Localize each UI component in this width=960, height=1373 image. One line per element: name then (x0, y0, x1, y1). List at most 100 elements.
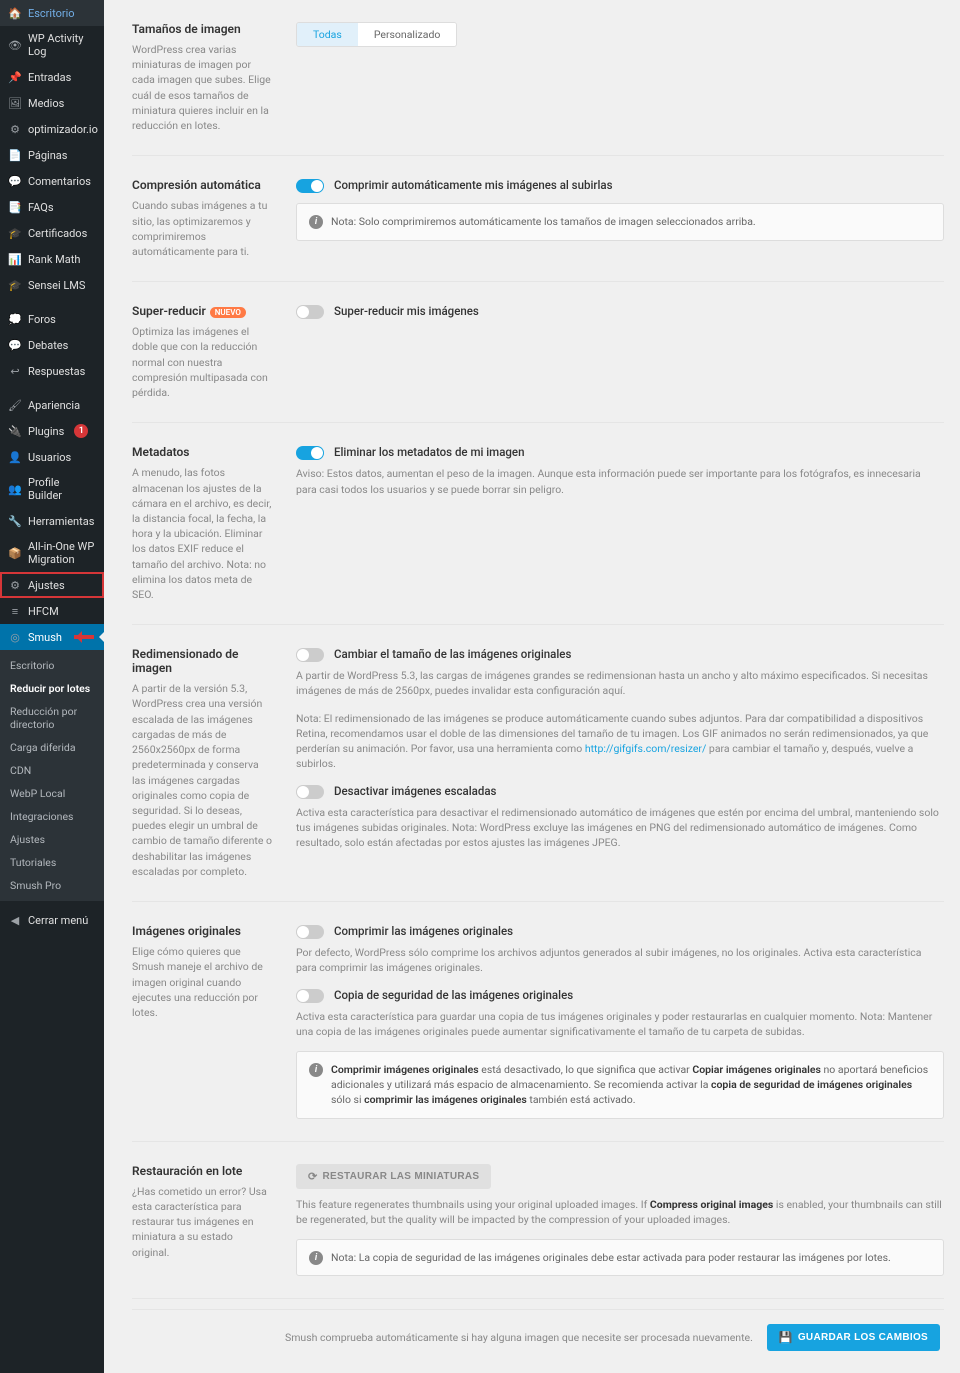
settings-icon: ⚙ (8, 578, 22, 592)
gifgifs-link[interactable]: http://gifgifs.com/resizer/ (585, 742, 706, 755)
profile-icon: 👥 (8, 482, 22, 496)
sidebar-label: Respuestas (28, 365, 85, 378)
metadata-label: Eliminar los metadatos de mi imagen (334, 445, 524, 459)
section-image-sizes: Tamaños de imagen WordPress crea varias … (132, 0, 944, 156)
image-sizes-tabs: Todas Personalizado (296, 22, 457, 47)
sidebar-item-apariencia[interactable]: 🖌Apariencia (0, 392, 104, 418)
sidebar-label: Ajustes (28, 579, 65, 592)
sidebar-item-medios[interactable]: 🖼Medios (0, 90, 104, 116)
backup-originals-desc: Activa esta característica para guardar … (296, 1009, 944, 1039)
forum-icon: 💭 (8, 312, 22, 326)
compress-originals-toggle[interactable] (296, 925, 324, 939)
submenu-reducci-n-por-directorio[interactable]: Reducción por directorio (0, 700, 104, 736)
auto-compress-toggle[interactable] (296, 179, 324, 193)
section-restore: Restauración en lote ¿Has cometido un er… (132, 1142, 944, 1300)
submenu-cdn[interactable]: CDN (0, 759, 104, 782)
resize-toggle[interactable] (296, 648, 324, 662)
new-badge: NUEVO (210, 307, 246, 318)
sidebar-label: optimizador.io (28, 123, 98, 136)
restore-info: This feature regenerates thumbnails usin… (296, 1197, 944, 1227)
sidebar-item-sensei-lms[interactable]: 🎓Sensei LMS (0, 272, 104, 298)
hfcm-icon: ≡ (8, 604, 22, 618)
sidebar-item-ajustes[interactable]: ⚙ Ajustes (0, 572, 104, 598)
sidebar-item-all-in-one-wp-migration[interactable]: 📦All-in-One WP Migration (0, 534, 104, 572)
submenu-tutoriales[interactable]: Tutoriales (0, 851, 104, 874)
disable-scaled-toggle[interactable] (296, 785, 324, 799)
sidebar-item-rank-math[interactable]: 📊Rank Math (0, 246, 104, 272)
save-button[interactable]: 💾 GUARDAR LOS CAMBIOS (767, 1324, 940, 1351)
sensei-icon: 🎓 (8, 278, 22, 292)
originals-title: Imágenes originales (132, 924, 272, 938)
auto-compress-label: Comprimir automáticamente mis imágenes a… (334, 178, 613, 192)
info-icon: i (309, 1251, 323, 1265)
restore-notice: i Nota: La copia de seguridad de las imá… (296, 1239, 944, 1276)
sidebar-item-profile-builder[interactable]: 👥Profile Builder (0, 470, 104, 508)
restore-button[interactable]: ⟳ RESTAURAR LAS MINIATURAS (296, 1164, 491, 1189)
smush-icon: ◎ (8, 630, 22, 644)
media-icon: 🖼 (8, 96, 22, 110)
users-icon: 👤 (8, 450, 22, 464)
submenu-webp-local[interactable]: WebP Local (0, 782, 104, 805)
sidebar-label: Debates (28, 339, 68, 352)
super-smush-label: Super-reducir mis imágenes (334, 304, 479, 318)
sidebar-item-wp-activity-log[interactable]: 👁WP Activity Log (0, 26, 104, 64)
footer-bar: Smush comprueba automáticamente si hay a… (132, 1309, 944, 1357)
info-icon: i (309, 1063, 323, 1077)
auto-compress-title: Compresión automática (132, 178, 272, 192)
desktop-icon: 🏠 (8, 6, 22, 20)
sidebar-label: Foros (28, 313, 56, 326)
super-smush-desc: Optimiza las imágenes el doble que con l… (132, 324, 272, 400)
metadata-toggle-desc: Aviso: Estos datos, aumentan el peso de … (296, 466, 944, 496)
sidebar-item-plugins[interactable]: 🔌Plugins1 (0, 418, 104, 444)
image-sizes-title: Tamaños de imagen (132, 22, 272, 36)
super-smush-title: Super-reducirNUEVO (132, 304, 272, 318)
submenu-escritorio[interactable]: Escritorio (0, 654, 104, 677)
save-icon: 💾 (779, 1331, 793, 1344)
sidebar-item-herramientas[interactable]: 🔧Herramientas (0, 508, 104, 534)
image-sizes-desc: WordPress crea varias miniaturas de imag… (132, 42, 272, 133)
disable-scaled-desc: Activa esta característica para desactiv… (296, 805, 944, 851)
section-metadata: Metadatos A menudo, las fotos almacenan … (132, 423, 944, 625)
cert-icon: 🎓 (8, 226, 22, 240)
sidebar-item-respuestas[interactable]: ↩ Respuestas (0, 358, 104, 384)
resize-title: Redimensionado de imagen (132, 647, 272, 675)
sidebar-item-debates[interactable]: 💬Debates (0, 332, 104, 358)
sidebar-item-smush[interactable]: ◎Smush (0, 624, 104, 650)
compress-originals-desc: Por defecto, WordPress sólo comprime los… (296, 945, 944, 975)
sidebar-item-escritorio[interactable]: 🏠Escritorio (0, 0, 104, 26)
submenu-smush-pro[interactable]: Smush Pro (0, 874, 104, 897)
resize-label: Cambiar el tamaño de las imágenes origin… (334, 647, 571, 661)
sidebar-item-optimizador-io[interactable]: ⚙ optimizador.io (0, 116, 104, 142)
submenu-carga-diferida[interactable]: Carga diferida (0, 736, 104, 759)
section-originals: Imágenes originales Elige cómo quieres q… (132, 902, 944, 1142)
sidebar-item-foros[interactable]: 💭 Foros (0, 306, 104, 332)
footer-msg: Smush comprueba automáticamente si hay a… (285, 1331, 753, 1344)
sidebar-item-comentarios[interactable]: 💬Comentarios (0, 168, 104, 194)
tab-custom[interactable]: Personalizado (358, 23, 457, 46)
sidebar-item-hfcm[interactable]: ≡HFCM (0, 598, 104, 624)
main-content: Tamaños de imagen WordPress crea varias … (104, 0, 960, 1373)
sidebar-item-entradas[interactable]: 📌Entradas (0, 64, 104, 90)
opt-icon: ⚙ (8, 122, 22, 136)
submenu-ajustes[interactable]: Ajustes (0, 828, 104, 851)
submenu-reducir-por-lotes[interactable]: Reducir por lotes (0, 677, 104, 700)
sidebar-item-p-ginas[interactable]: 📄Páginas (0, 142, 104, 168)
sidebar-item-certificados[interactable]: 🎓Certificados (0, 220, 104, 246)
sidebar-label: All-in-One WP Migration (28, 540, 96, 566)
backup-originals-label: Copia de seguridad de las imágenes origi… (334, 988, 573, 1002)
sidebar-label: Herramientas (28, 515, 94, 528)
super-smush-toggle[interactable] (296, 305, 324, 319)
backup-originals-toggle[interactable] (296, 989, 324, 1003)
collapse-menu[interactable]: ◀ Cerrar menú (0, 907, 104, 933)
reply-icon: ↩ (8, 364, 22, 378)
sidebar-label: Comentarios (28, 175, 91, 188)
sidebar-label: Plugins (28, 425, 64, 438)
metadata-toggle[interactable] (296, 446, 324, 460)
sidebar-item-faqs[interactable]: 📑FAQs (0, 194, 104, 220)
collapse-label: Cerrar menú (28, 914, 88, 927)
sidebar-item-usuarios[interactable]: 👤Usuarios (0, 444, 104, 470)
sidebar-label: Entradas (28, 71, 71, 84)
tab-all[interactable]: Todas (297, 23, 358, 46)
submenu-integraciones[interactable]: Integraciones (0, 805, 104, 828)
disable-scaled-label: Desactivar imágenes escaladas (334, 784, 496, 798)
